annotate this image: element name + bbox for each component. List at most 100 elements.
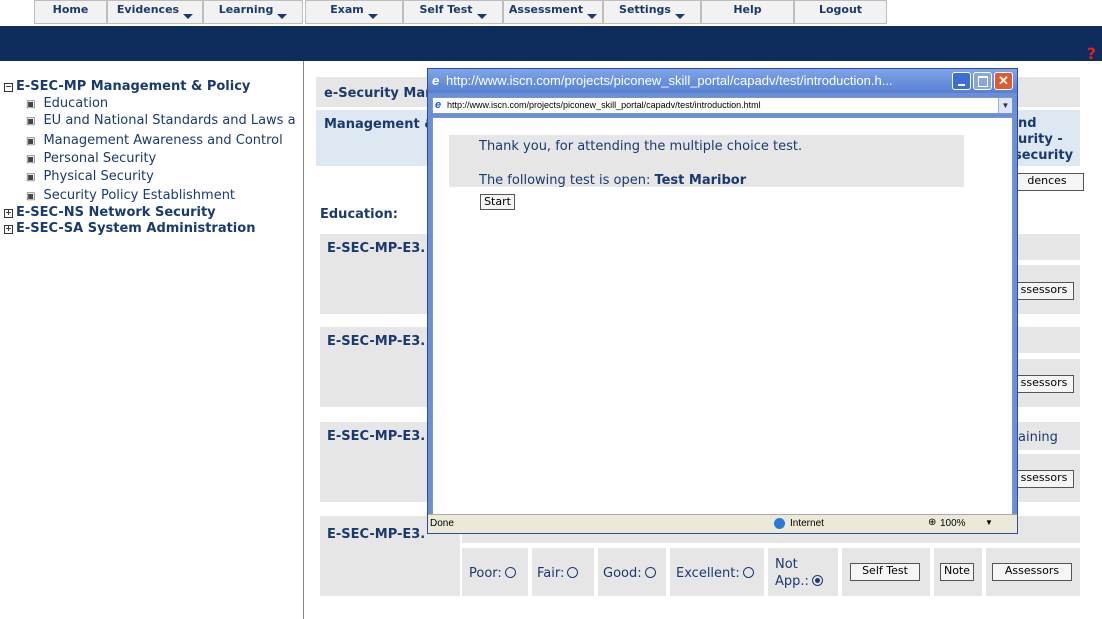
popup-content: Thank you, for attending the multiple ch…	[432, 117, 1013, 515]
sub-title: Management &	[324, 117, 436, 132]
self-test-button[interactable]: Self Test	[850, 563, 920, 581]
popup-window: e http://www.iscn.com/projects/piconew_s…	[427, 68, 1018, 534]
collapse-icon[interactable]: −	[4, 83, 13, 92]
rating-good-label: Good:	[603, 566, 642, 581]
minimize-button[interactable]	[952, 72, 971, 90]
nav-self-test-label: Self Test	[419, 3, 473, 16]
chevron-down-icon	[674, 14, 685, 19]
assessors-button[interactable]: ssessors	[1014, 375, 1074, 393]
globe-icon	[774, 518, 785, 529]
close-button[interactable]: ✕	[994, 72, 1013, 90]
unit-code: E-SEC-MP-E3.	[327, 527, 426, 542]
tree-item-security-policy[interactable]: ▣ Security Policy Establishment	[26, 188, 235, 203]
help-question-icon[interactable]: ?	[1087, 44, 1096, 63]
chevron-down-icon	[587, 14, 598, 19]
radio-icon[interactable]	[567, 567, 579, 578]
radio-selected-icon[interactable]	[811, 575, 823, 586]
tree-item-label: Personal Security	[43, 151, 157, 166]
address-bar[interactable]: e http://www.iscn.com/projects/piconew_s…	[432, 97, 1013, 114]
open-test-prefix: The following test is open:	[479, 173, 655, 188]
unit-title-cell	[1016, 234, 1080, 260]
nav-assessment-label: Assessment	[508, 3, 584, 16]
assessors-button[interactable]: Assessors	[992, 563, 1072, 581]
tree-item-label: Management Awareness and Control	[43, 133, 283, 148]
rating-excellent-label: Excellent:	[676, 566, 740, 581]
radio-icon[interactable]	[504, 567, 516, 578]
tree-root-ns[interactable]: + E-SEC-NS Network Security	[4, 205, 216, 220]
expand-icon[interactable]: +	[4, 225, 13, 234]
document-icon: ▣	[26, 116, 36, 127]
rating-excellent[interactable]: Excellent:	[676, 566, 754, 581]
rating-fair[interactable]: Fair:	[537, 566, 579, 581]
nav-assessment[interactable]: Assessment	[503, 0, 603, 24]
document-icon: ▣	[26, 191, 36, 202]
nav-exam[interactable]: Exam	[305, 0, 403, 24]
tree-item-label: EU and National Standards and Laws a	[43, 113, 296, 128]
zone-text: Internet	[790, 518, 824, 529]
open-test-line: The following test is open: Test Maribor	[479, 173, 746, 188]
chevron-down-icon[interactable]: ▼	[998, 98, 1012, 113]
assessors-button[interactable]: ssessors	[1014, 282, 1074, 300]
sidebar-tree: − E-SEC-MP Management & Policy ▣ Education…	[0, 61, 304, 619]
document-icon: ▣	[26, 136, 36, 147]
popup-title: http://www.iscn.com/projects/piconew_ski…	[446, 73, 893, 88]
maximize-icon	[978, 76, 988, 87]
maximize-button[interactable]	[973, 72, 992, 90]
header-banner: ?	[0, 26, 1102, 63]
nav-home-label: Home	[52, 3, 89, 16]
note-button[interactable]: Note	[940, 563, 974, 581]
nav-settings-label: Settings	[619, 3, 671, 16]
nav-logout-label: Logout	[818, 3, 863, 16]
rating-poor[interactable]: Poor:	[469, 566, 516, 581]
right-fragment-2: urity -	[1018, 132, 1063, 147]
tree-item-personal-security[interactable]: ▣ Personal Security	[26, 151, 156, 166]
minimize-icon	[958, 84, 965, 86]
nav-logout[interactable]: Logout	[794, 0, 887, 24]
evidences-button[interactable]: dences	[1010, 173, 1084, 191]
close-icon: ✕	[998, 73, 1009, 88]
tree-item-physical-security[interactable]: ▣ Physical Security	[26, 169, 154, 184]
tree-root-label: E-SEC-NS Network Security	[16, 205, 216, 220]
tree-root-mp[interactable]: − E-SEC-MP Management & Policy	[4, 79, 250, 94]
nav-self-test[interactable]: Self Test	[403, 0, 503, 24]
page-title: e-Security Mar	[324, 86, 432, 101]
tree-item-management-awareness[interactable]: ▣ Management Awareness and Control	[26, 133, 283, 148]
chevron-down-icon	[367, 14, 378, 19]
address-text: http://www.iscn.com/projects/piconew_ski…	[447, 100, 761, 110]
tree-item-eu-standards[interactable]: ▣ EU and National Standards and Laws a	[26, 113, 302, 128]
expand-icon[interactable]: +	[4, 209, 13, 218]
section-title: Education:	[320, 207, 398, 222]
zoom-icon: ⊕	[928, 517, 937, 528]
document-icon: ▣	[26, 172, 36, 183]
page-icon: e	[435, 99, 442, 111]
document-icon: ▣	[26, 99, 36, 110]
unit-title-fragment: aining	[1018, 430, 1058, 445]
tree-item-education[interactable]: ▣ Education	[26, 96, 108, 111]
chevron-down-icon	[476, 14, 487, 19]
start-button[interactable]: Start	[480, 194, 515, 210]
assessors-button[interactable]: ssessors	[1014, 470, 1074, 488]
nav-evidences[interactable]: Evidences	[107, 0, 203, 24]
zoom-level[interactable]: 100%	[940, 518, 966, 529]
document-icon: ▣	[26, 154, 36, 165]
nav-learning[interactable]: Learning	[203, 0, 303, 24]
chevron-down-icon	[183, 14, 194, 19]
right-fragment-3: security	[1014, 148, 1074, 163]
rating-good[interactable]: Good:	[603, 566, 656, 581]
thank-you-text: Thank you, for attending the multiple ch…	[479, 139, 803, 154]
rating-poor-label: Poor:	[469, 566, 502, 581]
popup-title-bar[interactable]: e http://www.iscn.com/projects/piconew_s…	[428, 69, 1017, 93]
unit-title-cell	[1016, 327, 1080, 353]
rating-not-app[interactable]: Not App.:	[775, 556, 835, 590]
nav-settings[interactable]: Settings	[603, 0, 701, 24]
tree-item-label: Education	[43, 96, 109, 111]
tree-item-label: Security Policy Establishment	[43, 188, 236, 203]
radio-icon[interactable]	[644, 567, 656, 578]
nav-help[interactable]: Help	[701, 0, 794, 24]
tree-root-label: E-SEC-SA System Administration	[16, 221, 256, 236]
nav-home[interactable]: Home	[34, 0, 107, 24]
chevron-down-icon[interactable]: ▼	[985, 518, 993, 527]
tree-root-sa[interactable]: + E-SEC-SA System Administration	[4, 221, 255, 236]
nav-learning-label: Learning	[218, 3, 274, 16]
radio-icon[interactable]	[742, 567, 754, 578]
